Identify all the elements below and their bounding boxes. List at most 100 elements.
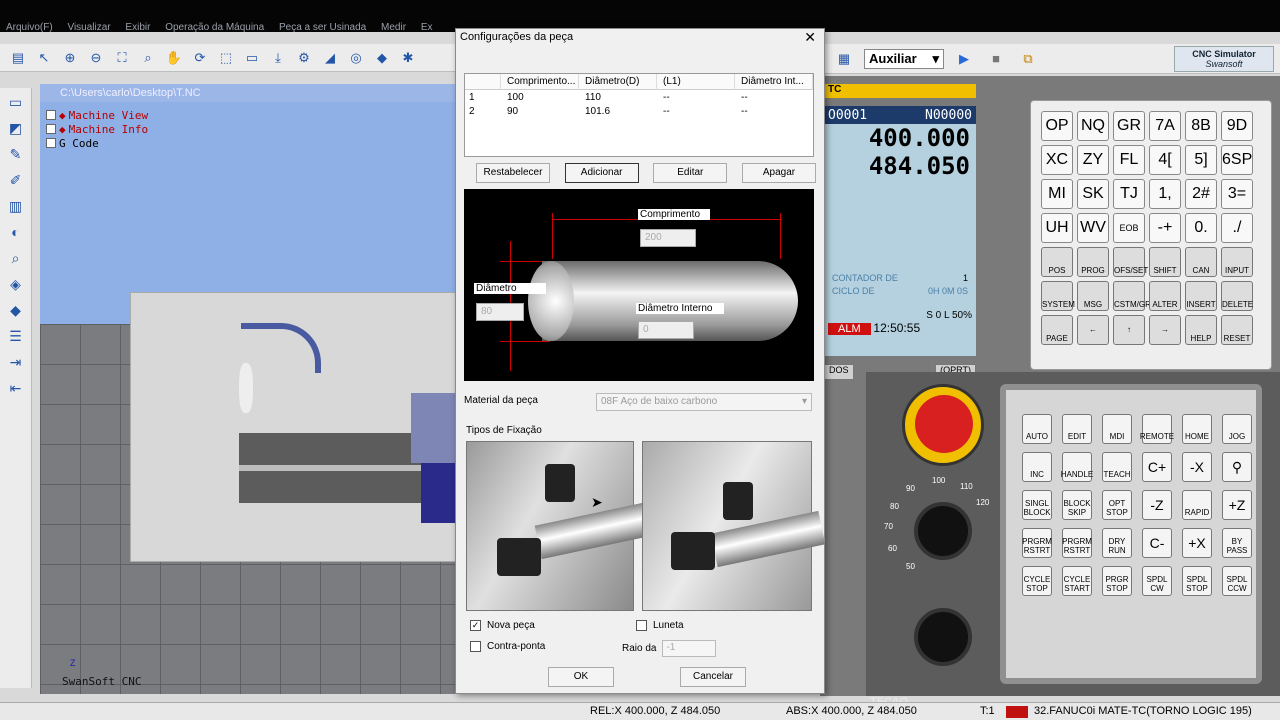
diameter-input[interactable]: 80 <box>476 303 524 321</box>
key[interactable]: EOB <box>1113 213 1145 243</box>
column-header[interactable]: Diâmetro(D) <box>579 73 657 90</box>
program-restart-button[interactable]: PRGRM RSTRT <box>1062 528 1092 558</box>
column-header[interactable]: Diâmetro Int... <box>735 73 813 90</box>
key[interactable]: -+ <box>1149 213 1181 243</box>
softkey[interactable]: DOS <box>824 364 854 380</box>
single-block-button[interactable]: SINGL BLOCK <box>1022 490 1052 520</box>
edit-button[interactable]: EDIT <box>1062 414 1092 444</box>
reset-key[interactable]: RESET <box>1221 315 1253 345</box>
key[interactable]: 5] <box>1185 145 1217 175</box>
input-key[interactable]: INPUT <box>1221 247 1253 277</box>
minus-x-button[interactable]: -X <box>1182 452 1212 482</box>
spindle-cw-button[interactable]: SPDL CW <box>1142 566 1172 596</box>
menu-item[interactable]: Peça a ser Usinada <box>279 22 366 33</box>
block-skip-button[interactable]: BLOCK SKIP <box>1062 490 1092 520</box>
key[interactable]: NQ <box>1077 111 1109 141</box>
column-header[interactable] <box>465 73 501 90</box>
zoom-in-icon[interactable]: ⊕ <box>58 47 82 69</box>
reset-button[interactable]: Restabelecer <box>476 163 550 183</box>
key[interactable]: 6SP <box>1221 145 1253 175</box>
column-header[interactable]: (L1) <box>657 73 735 90</box>
play-icon[interactable]: ▶ <box>952 48 976 70</box>
mode-select[interactable]: Auxiliar ▾ <box>864 48 944 69</box>
save-icon[interactable]: ⤓ <box>266 47 290 69</box>
pointer-icon[interactable]: ↖ <box>32 47 56 69</box>
home-button[interactable]: HOME <box>1182 414 1212 444</box>
key[interactable]: SK <box>1077 179 1109 209</box>
c-plus-button[interactable]: C+ <box>1142 452 1172 482</box>
pen-icon[interactable]: ✎ <box>5 146 27 166</box>
lathe-icon[interactable]: ◐ <box>5 224 27 244</box>
fixture-option-chuck[interactable]: ➤ <box>466 441 650 611</box>
new-part-checkbox[interactable]: ✓ <box>470 620 481 631</box>
inc-button[interactable]: INC <box>1022 452 1052 482</box>
key[interactable]: 8B <box>1185 111 1217 141</box>
part-icon[interactable]: ◆ <box>370 47 394 69</box>
settings-icon[interactable]: ✱ <box>396 47 420 69</box>
new-part-option[interactable]: ✓ Nova peça <box>470 620 535 631</box>
graph-key[interactable]: CSTM/GR <box>1113 281 1151 311</box>
eraser-icon[interactable]: ◩ <box>5 120 27 140</box>
alter-key[interactable]: ALTER <box>1149 281 1181 311</box>
key[interactable]: TJ <box>1113 179 1145 209</box>
menu-item[interactable]: Medir <box>381 22 406 33</box>
tool-edit-icon[interactable]: ✐ <box>5 172 27 192</box>
machine-viewport[interactable]: C:\Users\carlo\Desktop\T.NC ◆ Machine Vie… <box>40 84 460 694</box>
material-select[interactable]: 08F Aço de baixo carbono ▾ <box>596 393 812 411</box>
zoom-window-icon[interactable]: ⌕ <box>136 47 160 69</box>
coolant-icon[interactable]: ◎ <box>344 47 368 69</box>
list-icon[interactable]: ☰ <box>5 328 27 348</box>
tailstock-option[interactable]: Contra-ponta <box>470 641 545 652</box>
key[interactable]: ZY <box>1077 145 1109 175</box>
pos-key[interactable]: POS <box>1041 247 1073 277</box>
handle-button[interactable]: HANDLE <box>1061 452 1093 482</box>
edit-button[interactable]: Editar <box>653 163 728 183</box>
system-key[interactable]: SYSTEM <box>1041 281 1075 311</box>
table-row[interactable]: 1 100 110 -- -- <box>465 90 813 104</box>
menu-item[interactable]: Arquivo(F) <box>6 22 53 33</box>
rapid-button[interactable]: RAPID <box>1182 490 1212 520</box>
page-up-key[interactable]: PAGE <box>1041 315 1073 345</box>
view-icon[interactable]: ▭ <box>240 47 264 69</box>
emergency-stop-button[interactable] <box>902 384 984 466</box>
menu-item[interactable]: Visualizar <box>67 22 110 33</box>
program-restart-button[interactable]: PRGRM RSTRT <box>1022 528 1052 558</box>
zoom-fit-icon[interactable]: ⛶ <box>110 47 134 69</box>
radius-input[interactable]: -1 <box>662 640 717 657</box>
stop-icon[interactable]: ■ <box>984 48 1008 70</box>
menu-item[interactable]: Operação da Máquina <box>165 22 264 33</box>
dry-run-button[interactable]: DRY RUN <box>1102 528 1132 558</box>
key[interactable]: FL <box>1113 145 1145 175</box>
pan-hand-icon[interactable]: ✋ <box>162 47 186 69</box>
zoom-out-icon[interactable]: ⊖ <box>84 47 108 69</box>
tree-checkbox[interactable] <box>46 110 56 120</box>
arrow-left-icon[interactable]: ← <box>1077 315 1109 345</box>
key[interactable]: UH <box>1041 213 1073 243</box>
program-stop-button[interactable]: PRGR STOP <box>1102 566 1132 596</box>
tree-checkbox[interactable] <box>46 138 56 148</box>
select-box-icon[interactable]: ⬚ <box>214 47 238 69</box>
feed-override-dial[interactable] <box>914 502 972 560</box>
add-button[interactable]: Adicionar <box>564 163 639 183</box>
key[interactable]: 3= <box>1221 179 1253 209</box>
column-header[interactable]: Comprimento... <box>501 73 579 90</box>
remote-button[interactable]: REMOTE <box>1140 414 1174 444</box>
coolant-tap-icon[interactable]: ⚲ <box>1222 452 1252 482</box>
key[interactable]: 7A <box>1149 111 1181 141</box>
key[interactable]: 9D <box>1221 111 1253 141</box>
arrow-right-icon[interactable]: → <box>1149 315 1181 345</box>
search-icon[interactable]: ⌕ <box>5 250 27 270</box>
prog-key[interactable]: PROG <box>1077 247 1109 277</box>
print-icon[interactable]: ▤ <box>6 47 30 69</box>
spindle-ccw-button[interactable]: SPDL CCW <box>1222 566 1252 596</box>
close-icon[interactable]: ✕ <box>804 29 816 46</box>
offset-key[interactable]: OFS/SET <box>1113 247 1148 277</box>
minus-z-button[interactable]: -Z <box>1142 490 1172 520</box>
delete-button[interactable]: Apagar <box>741 163 816 183</box>
fixture-option-chuck-long[interactable] <box>642 441 826 611</box>
key[interactable]: 1, <box>1149 179 1181 209</box>
key[interactable]: 4[ <box>1149 145 1181 175</box>
key[interactable]: GR <box>1113 111 1145 141</box>
tree-item[interactable]: ◆ Machine Info <box>46 122 148 136</box>
spindle-override-dial[interactable] <box>914 608 972 666</box>
